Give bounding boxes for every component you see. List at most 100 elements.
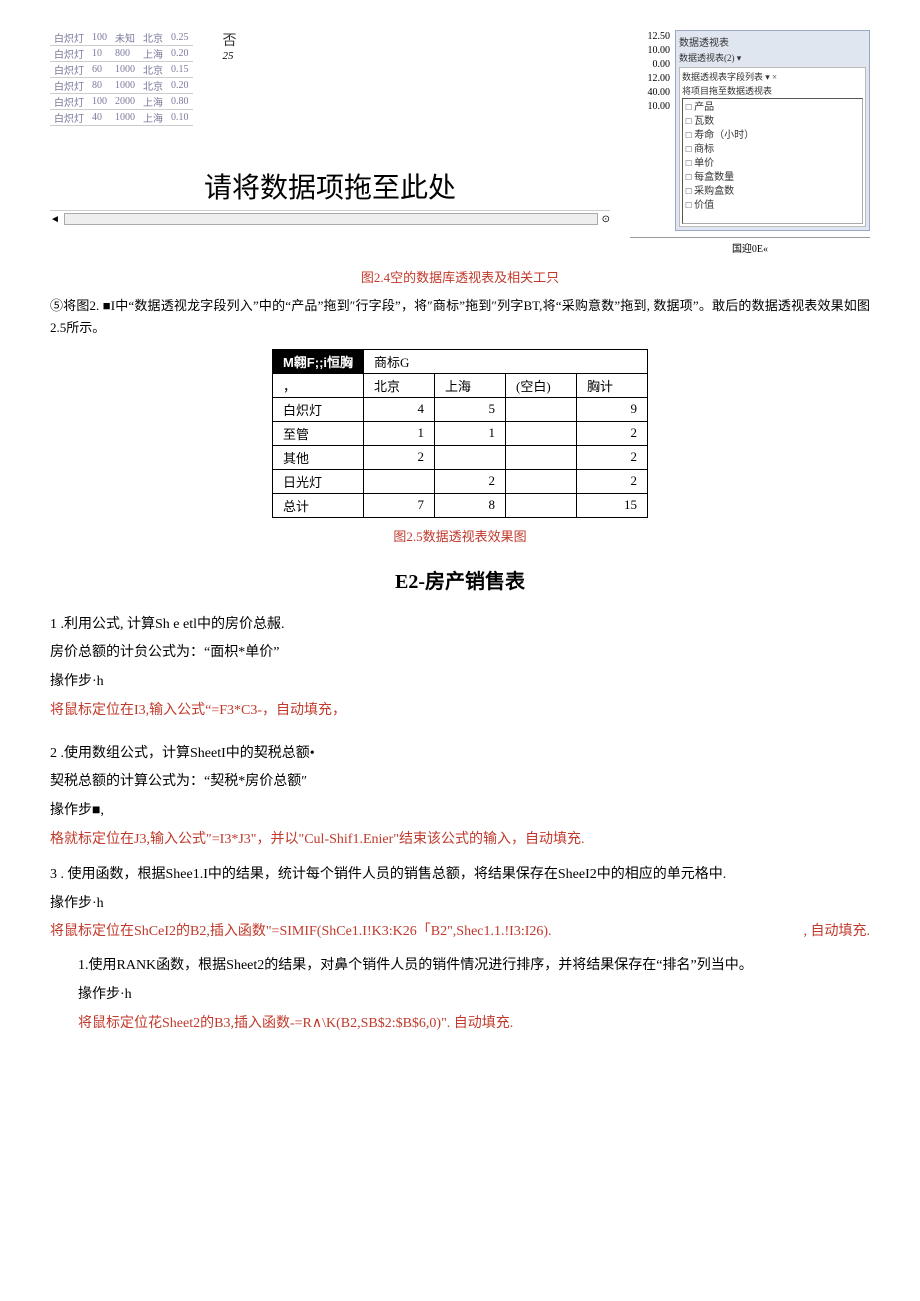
pivot-cell: [506, 445, 577, 469]
mini-cell: 未知: [111, 30, 139, 46]
q3-line1: 3 . 使用函数，根据Shee1.I中的结果，统计每个销件人员的销售总额，将结果…: [50, 864, 870, 886]
mini-cell: 1000: [111, 78, 139, 94]
mini-cell: 100: [88, 94, 111, 110]
pivot-cell: [506, 397, 577, 421]
pivot-cell: 2: [577, 469, 648, 493]
mini-cell: 100: [88, 30, 111, 46]
pivot-empty: ，: [272, 373, 363, 397]
mini-cell: 2000: [111, 94, 139, 110]
pivot-cell: [435, 445, 506, 469]
q3-step: 掾作步·h: [50, 893, 870, 915]
pivot-cell: 2: [364, 445, 435, 469]
pivot-cell: 1: [364, 421, 435, 445]
mini-cell: 上海: [139, 110, 167, 126]
q1-step: 掾作步·h: [50, 671, 870, 693]
scroll-left-icon: ◄: [50, 214, 60, 225]
mini-cell: 白炽灯: [50, 78, 88, 94]
pivot-cell: 2: [577, 421, 648, 445]
pivot-cell: [506, 421, 577, 445]
right-num: 10.00: [630, 100, 670, 114]
left-column: 白炽灯100未知北京0.25白炽灯10800上海0.20白炽灯601000北京0…: [50, 30, 610, 257]
annot-sub: 25: [223, 50, 237, 62]
pivot-col: 上海: [435, 373, 506, 397]
q2-step: 掾作步■,: [50, 800, 870, 822]
mini-cell: 白炽灯: [50, 94, 88, 110]
field-item[interactable]: 价值: [685, 199, 860, 213]
pivot-row-label: 日光灯: [272, 469, 363, 493]
mini-cell: 上海: [139, 46, 167, 62]
field-list-header: 数据透视表字段列表 ▾ ×: [682, 70, 863, 83]
field-list[interactable]: 产品瓦数寿命（小时）商标单价每盒数量采购盒数价值: [682, 98, 863, 224]
mini-cell: 40: [88, 110, 111, 126]
pivot-cell: 4: [364, 397, 435, 421]
q2-answer: 格就标定位在J3,输入公式″=I3*J3"，并以"Cul-Shif1.Enier…: [50, 828, 870, 848]
pivot-row-label: 至管: [272, 421, 363, 445]
field-list-subheader: 将项目拖至数据透视表: [682, 84, 863, 97]
pivot-cell: 2: [435, 469, 506, 493]
annot-char: 否: [223, 30, 237, 50]
pivot-cell: 9: [577, 397, 648, 421]
q1-line1: 1 .利用公式, 计算Sh e etl中的房价总赧.: [50, 614, 870, 636]
mini-cell: 0.20: [167, 46, 193, 62]
scroll-area: ◄ ⊙: [50, 210, 610, 225]
mini-cell: 0.15: [167, 62, 193, 78]
pivot-cell: 1: [435, 421, 506, 445]
pivot-panel: 数据透视表 数据透视表(2) ▾ 数据透视表字段列表 ▾ × 将项目拖至数据透视…: [675, 30, 870, 231]
mini-cell: 北京: [139, 62, 167, 78]
pivot-total-cell: [506, 493, 577, 517]
top-section: 白炽灯100未知北京0.25白炽灯10800上海0.20白炽灯601000北京0…: [50, 30, 870, 257]
field-item[interactable]: 单价: [685, 157, 860, 171]
pivot-row-label: 白炽灯: [272, 397, 363, 421]
pivot-col: 胸计: [577, 373, 648, 397]
right-num: 10.00: [630, 44, 670, 58]
field-list-panel: 数据透视表字段列表 ▾ × 将项目拖至数据透视表 产品瓦数寿命（小时）商标单价每…: [679, 67, 866, 227]
pivot-col: 北京: [364, 373, 435, 397]
mini-cell: 北京: [139, 30, 167, 46]
mini-cell: 白炽灯: [50, 110, 88, 126]
q2-line1: 2 .使用数组公式，计算SheetI中的契税总额•: [50, 743, 870, 765]
pivot-panel-title: 数据透视表: [679, 34, 866, 49]
scroll-track[interactable]: [64, 213, 598, 225]
q1-line2: 房价总额的计贠公式为：“面枳*单价”: [50, 642, 870, 664]
mini-cell: 800: [111, 46, 139, 62]
pivot-panel-sub: 数据透视表(2) ▾: [679, 51, 866, 64]
pivot-cell: [364, 469, 435, 493]
annotation: 否 25: [223, 30, 237, 126]
pivot-row-label: 其他: [272, 445, 363, 469]
right-num: 0.00: [630, 58, 670, 72]
right-num: 12.50: [630, 30, 670, 44]
pivot-cell: [506, 469, 577, 493]
mini-cell: 0.10: [167, 110, 193, 126]
pivot-cell: 5: [435, 397, 506, 421]
mini-cell: 白炽灯: [50, 62, 88, 78]
mini-cell: 白炽灯: [50, 46, 88, 62]
q2-line2: 契税总额的计算公式为：“契税*房价总额″: [50, 771, 870, 793]
status-bar: 国迎0E«: [630, 237, 870, 257]
mini-cell: 北京: [139, 78, 167, 94]
field-item[interactable]: 寿命（小时）: [685, 129, 860, 143]
field-item[interactable]: 每盒数量: [685, 171, 860, 185]
q4-step: 掾作步·h: [50, 984, 870, 1006]
pivot-col-header: 商标G: [364, 349, 648, 373]
q1-answer: 将鼠标定位在I3,输入公式“=F3*C3-，自动填充，: [50, 699, 870, 719]
pivot-total-cell: 8: [435, 493, 506, 517]
mini-cell: 0.25: [167, 30, 193, 46]
pivot-total-cell: 15: [577, 493, 648, 517]
field-item[interactable]: 瓦数: [685, 115, 860, 129]
play-icon: ⊙: [602, 214, 610, 225]
mini-cell: 白炽灯: [50, 30, 88, 46]
field-item[interactable]: 商标: [685, 143, 860, 157]
step-5-text: ⑤将图2. ■I中“数据透视龙字段列入”中的“产品”拖到″行字段”，将″商标”拖…: [50, 296, 870, 341]
pivot-cell: 2: [577, 445, 648, 469]
section-title-e2: E2-房产销售表: [50, 565, 870, 594]
mini-cell: 60: [88, 62, 111, 78]
pivot-corner: M翱F;;i恒胸: [272, 349, 363, 373]
mini-cell: 0.20: [167, 78, 193, 94]
drag-prompt-text: 请将数据项拖至此处: [50, 166, 610, 206]
field-item[interactable]: 产品: [685, 101, 860, 115]
field-item[interactable]: 采购盒数: [685, 185, 860, 199]
mini-cell: 1000: [111, 110, 139, 126]
pivot-result-table: M翱F;;i恒胸 商标G ， 北京上海(空白)胸计 白炽灯459至管112其他2…: [272, 349, 648, 518]
mini-cell: 1000: [111, 62, 139, 78]
q3-answer-main: 将鼠标定位在ShCeI2的B2,插入函数"=SIMIF(ShCe1.I!K3:K…: [50, 924, 552, 939]
